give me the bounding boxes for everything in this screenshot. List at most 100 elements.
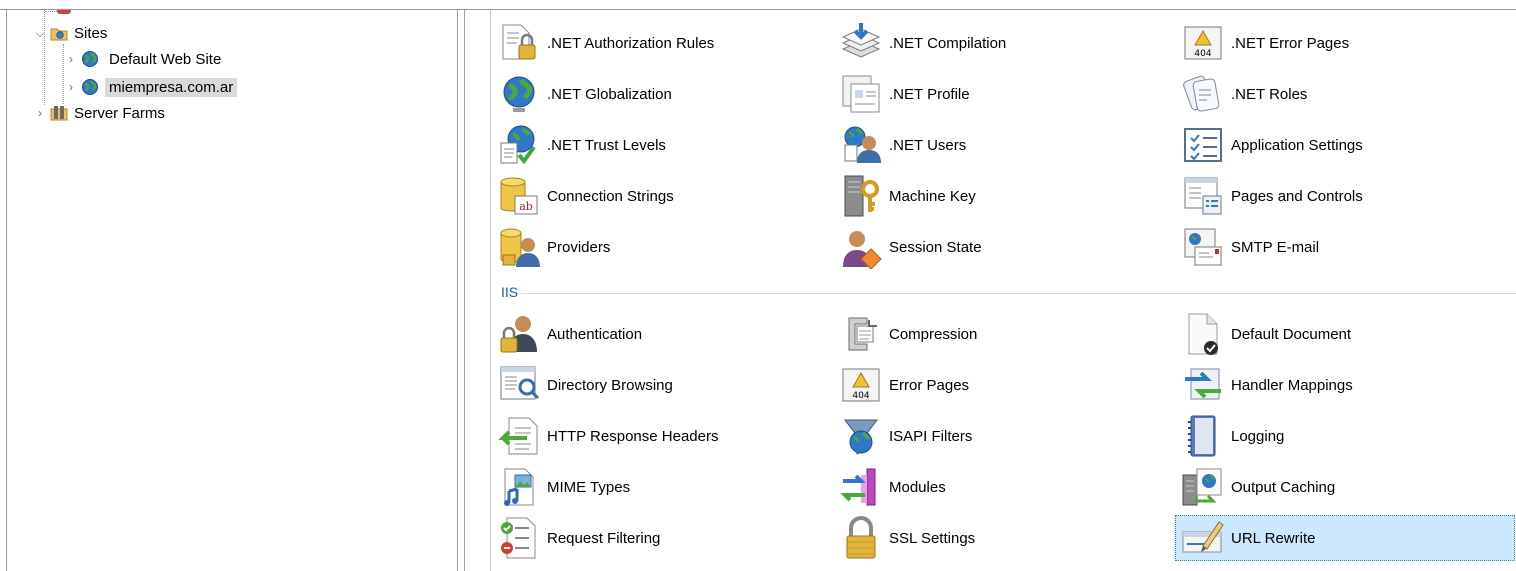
feature-net-authorization-rules[interactable]: .NET Authorization Rules — [491, 20, 831, 66]
feature-label: .NET Compilation — [889, 34, 1007, 52]
svg-text:ab: ab — [519, 200, 533, 213]
feature-label: URL Rewrite — [1231, 529, 1316, 547]
feature-label: .NET Roles — [1231, 85, 1308, 103]
feature-request-filtering[interactable]: Request Filtering — [491, 515, 831, 561]
chevron-right-icon[interactable]: › — [34, 106, 46, 120]
feature-http-response-headers[interactable]: HTTP Response Headers — [491, 413, 831, 459]
modules-icon — [840, 468, 876, 506]
svg-text:404: 404 — [852, 391, 869, 401]
users-icon — [844, 126, 881, 163]
feature-directory-browsing[interactable]: Directory Browsing — [491, 362, 831, 408]
feature-error-pages[interactable]: 404 Error Pages — [833, 362, 1173, 408]
tree-item-label: Server Farms — [74, 104, 165, 122]
tree-item-server-farms[interactable]: › Server Farms — [34, 102, 169, 124]
feature-label: .NET Authorization Rules — [547, 34, 715, 52]
directory-browsing-icon — [500, 366, 540, 400]
feature-label: Application Settings — [1231, 136, 1363, 154]
feature-label: Pages and Controls — [1231, 187, 1363, 205]
feature-application-settings[interactable]: Application Settings — [1175, 122, 1515, 168]
globe-icon — [82, 79, 98, 95]
globe-icon — [503, 76, 535, 112]
database-text-icon: ab — [500, 177, 538, 215]
feature-machine-key[interactable]: Machine Key — [833, 173, 1173, 219]
feature-handler-mappings[interactable]: Handler Mappings — [1175, 362, 1515, 408]
feature-ssl-settings[interactable]: SSL Settings — [833, 515, 1173, 561]
feature-net-users[interactable]: .NET Users — [833, 122, 1173, 168]
feature-label: Compression — [889, 325, 978, 343]
feature-label: SSL Settings — [889, 529, 976, 547]
tree-item-sites[interactable]: ⌵ Sites — [34, 22, 111, 44]
authentication-icon — [500, 316, 537, 353]
features-view: .NET Authorization Rules .NET Compilatio… — [491, 10, 1516, 571]
chevron-right-icon[interactable]: › — [65, 80, 77, 94]
compilation-icon — [841, 23, 881, 58]
feature-label: .NET Profile — [889, 85, 970, 103]
tree-item-label: Sites — [74, 24, 108, 42]
feature-default-document[interactable]: Default Document — [1175, 311, 1515, 357]
feature-label: .NET Trust Levels — [547, 136, 666, 154]
feature-net-error-pages[interactable]: 404 .NET Error Pages — [1175, 20, 1515, 66]
feature-label: Request Filtering — [547, 529, 661, 547]
feature-label: Modules — [889, 478, 946, 496]
sites-folder-icon — [50, 28, 68, 41]
feature-url-rewrite[interactable]: URL Rewrite — [1175, 515, 1515, 561]
tree-connector — [45, 11, 57, 12]
tree-item-label: Default Web Site — [109, 50, 222, 68]
feature-logging[interactable]: Logging — [1175, 413, 1515, 459]
tree-item-default-web-site[interactable]: › Default Web Site — [65, 48, 225, 70]
feature-session-state[interactable]: Session State — [833, 224, 1173, 270]
feature-smtp-email[interactable]: SMTP E-mail — [1175, 224, 1515, 270]
feature-compression[interactable]: Compression — [833, 311, 1173, 357]
request-filtering-icon — [501, 517, 536, 559]
compression-icon — [848, 317, 877, 351]
mime-types-icon — [504, 468, 534, 506]
pane-splitter[interactable] — [455, 10, 491, 571]
feature-net-profile[interactable]: .NET Profile — [833, 71, 1173, 117]
feature-providers[interactable]: Providers — [491, 224, 831, 270]
feature-label: .NET Users — [889, 136, 967, 154]
tree-item-miempresa[interactable]: › miempresa.com.ar — [65, 76, 238, 98]
feature-connection-strings[interactable]: ab Connection Strings — [491, 173, 831, 219]
feature-net-compilation[interactable]: .NET Compilation — [833, 20, 1173, 66]
feature-label: .NET Error Pages — [1231, 34, 1350, 52]
tree-item-partial — [57, 10, 71, 14]
feature-label: Machine Key — [889, 187, 976, 205]
http-response-headers-icon — [498, 417, 538, 455]
feature-output-caching[interactable]: Output Caching — [1175, 464, 1515, 510]
error-404-icon: 404 — [1184, 26, 1222, 60]
feature-label: Logging — [1231, 427, 1285, 445]
application-settings-icon — [1184, 128, 1222, 162]
url-rewrite-icon — [1182, 521, 1224, 553]
feature-pages-and-controls[interactable]: Pages and Controls — [1175, 173, 1515, 219]
feature-net-globalization[interactable]: .NET Globalization — [491, 71, 831, 117]
feature-net-roles[interactable]: .NET Roles — [1175, 71, 1515, 117]
feature-label: Output Caching — [1231, 478, 1336, 496]
logging-icon — [1188, 415, 1216, 457]
feature-label: Default Document — [1231, 325, 1352, 343]
feature-label: Error Pages — [889, 376, 970, 394]
lock-icon — [846, 516, 876, 559]
feature-mime-types[interactable]: MIME Types — [491, 464, 831, 510]
providers-icon — [500, 228, 540, 267]
feature-label: Providers — [547, 238, 611, 256]
feature-modules[interactable]: Modules — [833, 464, 1173, 510]
trust-levels-icon — [500, 125, 536, 165]
session-state-icon — [843, 231, 882, 269]
chevron-right-icon[interactable]: › — [65, 52, 77, 66]
feature-isapi-filters[interactable]: ISAPI Filters — [833, 413, 1173, 459]
feature-label: ISAPI Filters — [889, 427, 973, 445]
feature-authentication[interactable]: Authentication — [491, 311, 831, 357]
isapi-filters-icon — [844, 419, 878, 455]
chevron-down-icon[interactable]: ⌵ — [34, 26, 46, 41]
feature-label: HTTP Response Headers — [547, 427, 719, 445]
smtp-email-icon — [1184, 228, 1222, 266]
globe-icon — [82, 51, 98, 67]
feature-label: Connection Strings — [547, 187, 674, 205]
machine-key-icon — [844, 175, 879, 217]
feature-label: MIME Types — [547, 478, 631, 496]
feature-label: Authentication — [547, 325, 643, 343]
group-header-iis: IIS — [501, 284, 519, 300]
default-document-icon — [1188, 313, 1218, 355]
connections-tree[interactable]: ⌵ Sites › Default Web Site › miempresa.c… — [7, 10, 455, 571]
feature-net-trust-levels[interactable]: .NET Trust Levels — [491, 122, 831, 168]
